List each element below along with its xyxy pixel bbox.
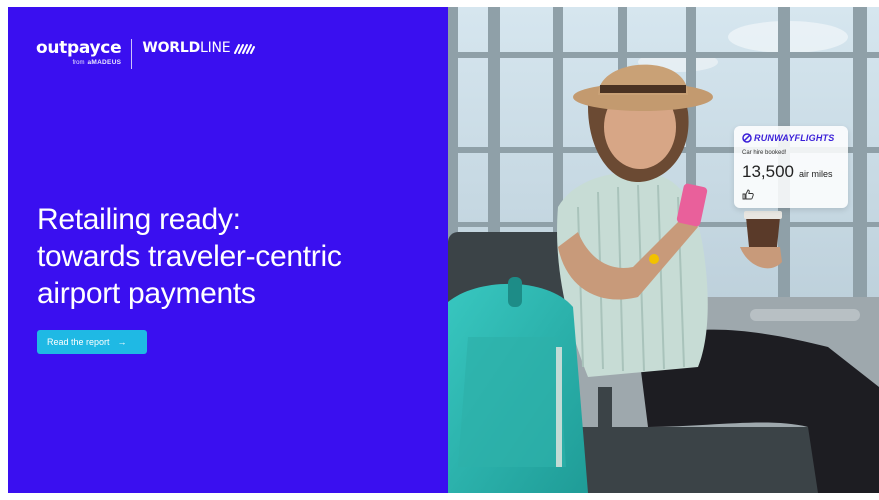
hero-banner: outpayce from aMADEUS WORLD LINE Retailin…	[8, 7, 879, 493]
cta-label: Read the report	[47, 337, 110, 347]
arrow-right-icon: →	[117, 337, 127, 347]
runwayflights-logo-icon	[742, 133, 752, 143]
logo-divider	[131, 39, 133, 69]
card-brand: RUNWAYFLIGHTS	[742, 133, 834, 143]
logo-row: outpayce from aMADEUS WORLD LINE	[36, 39, 260, 69]
miles-unit: air miles	[799, 169, 833, 179]
read-report-button[interactable]: Read the report →	[37, 330, 147, 354]
worldline-waves-icon	[234, 44, 256, 54]
from-amadeus: from aMADEUS	[72, 59, 121, 66]
hero-headline: Retailing ready: towards traveler-centri…	[37, 201, 342, 312]
headline-line-2: towards traveler-centric	[37, 240, 342, 273]
photo-illustration	[448, 7, 879, 493]
hero-left-panel: outpayce from aMADEUS WORLD LINE Retailin…	[8, 7, 448, 493]
card-brand-name: RUNWAYFLIGHTS	[754, 133, 835, 143]
from-text: from	[72, 60, 85, 66]
headline-line-3: airport payments	[37, 277, 256, 310]
outpayce-logo[interactable]: outpayce from aMADEUS	[36, 38, 122, 66]
worldline-light: LINE	[200, 40, 231, 56]
outpayce-wordmark: outpayce	[36, 38, 122, 58]
worldline-bold: WORLD	[142, 40, 200, 56]
booking-notification-card: RUNWAYFLIGHTS Car hire booked! 13,500 ai…	[734, 126, 848, 208]
miles-readout: 13,500 air miles	[742, 162, 833, 182]
headline-line-1: Retailing ready:	[37, 203, 241, 236]
traveler-photo: RUNWAYFLIGHTS Car hire booked! 13,500 ai…	[448, 7, 879, 493]
worldline-logo[interactable]: WORLD LINE	[142, 39, 260, 57]
miles-value: 13,500	[742, 162, 794, 181]
thumbs-up-icon	[742, 189, 754, 200]
card-status: Car hire booked!	[742, 150, 787, 156]
amadeus-wordmark: aMADEUS	[87, 59, 122, 66]
